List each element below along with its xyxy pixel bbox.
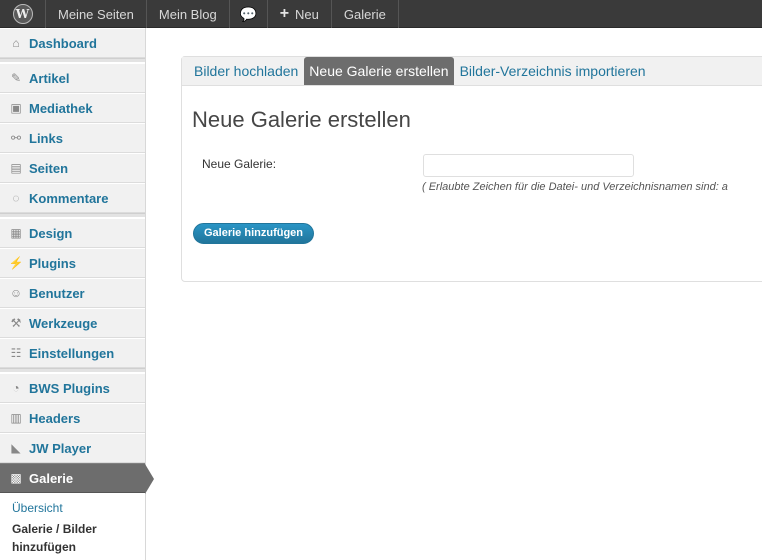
link-icon: ⚯ <box>10 131 22 145</box>
submenu-item-overview[interactable]: Übersicht <box>12 499 145 517</box>
sidebar-item-label: Benutzer <box>29 285 85 301</box>
sidebar-item-benutzer[interactable]: ☺ Benutzer <box>0 278 145 308</box>
settings-icon: ☷ <box>10 346 22 360</box>
admin-sidebar: ⌂ Dashboard ✎ Artikel ▣ Mediathek ⚯ Link… <box>0 28 154 560</box>
page-title: Neue Galerie erstellen <box>192 107 411 132</box>
sidebar-item-links[interactable]: ⚯ Links <box>0 123 145 153</box>
sidebar-item-label: Werkzeuge <box>29 315 98 331</box>
sidebar-item-label: Design <box>29 225 73 241</box>
sidebar-item-label: Kommentare <box>29 190 109 206</box>
sidebar-item-label: Plugins <box>29 255 76 271</box>
new-gallery-label: Neue Galerie: <box>202 157 277 171</box>
allowed-characters-hint: ( Erlaubte Zeichen für die Datei- und Ve… <box>422 181 728 193</box>
comment-bubble-icon: ◌ <box>12 191 20 205</box>
new-content-button[interactable]: + Neu <box>268 0 332 28</box>
sidebar-item-label: JW Player <box>29 440 92 456</box>
jw-player-icon: ◣ <box>11 441 21 455</box>
sidebar-item-design[interactable]: ▦ Design <box>0 218 145 248</box>
gallery-panel: Bilder hochladen Neue Galerie erstellen … <box>181 56 762 282</box>
sidebar-item-label: BWS Plugins <box>29 380 110 396</box>
comments-button[interactable]: 💬 <box>230 0 268 28</box>
my-sites-link[interactable]: Meine Seiten <box>46 0 147 28</box>
add-gallery-button[interactable]: Galerie hinzufügen <box>193 223 315 244</box>
tab-bar: Bilder hochladen Neue Galerie erstellen … <box>182 57 762 86</box>
sidebar-item-label: Einstellungen <box>29 345 115 361</box>
sidebar-item-label: Headers <box>29 410 81 426</box>
sidebar-item-artikel[interactable]: ✎ Artikel <box>0 63 145 93</box>
tools-icon: ⚒ <box>10 316 22 330</box>
sidebar-item-label: Dashboard <box>29 35 97 51</box>
appearance-icon: ▦ <box>10 226 22 240</box>
my-blog-link[interactable]: Mein Blog <box>147 0 230 28</box>
plugin-icon: ⚡ <box>8 256 24 270</box>
comment-icon: 💬 <box>239 5 257 22</box>
sidebar-item-seiten[interactable]: ▤ Seiten <box>0 153 145 183</box>
wordpress-logo-button[interactable]: W <box>0 0 46 28</box>
sidebar-item-label: Links <box>29 130 63 146</box>
tab-upload-images[interactable]: Bilder hochladen <box>190 58 302 85</box>
gallery-icon: ▩ <box>10 471 22 485</box>
bws-plugins-icon: ◔ <box>12 381 20 395</box>
new-content-label: Neu <box>295 6 319 22</box>
sidebar-item-label: Seiten <box>29 160 69 176</box>
headers-icon: ▥ <box>10 411 22 425</box>
gallery-submenu: Übersicht Galerie / Bilder hinzufügen <box>0 493 145 560</box>
sidebar-item-mediathek[interactable]: ▣ Mediathek <box>0 93 145 123</box>
tab-create-gallery[interactable]: Neue Galerie erstellen <box>304 57 454 85</box>
sidebar-item-bws-plugins[interactable]: ◔ BWS Plugins <box>0 373 145 403</box>
sidebar-item-label: Mediathek <box>29 100 93 116</box>
sidebar-item-label: Artikel <box>29 70 70 86</box>
sidebar-item-werkzeuge[interactable]: ⚒ Werkzeuge <box>0 308 145 338</box>
sidebar-item-dashboard[interactable]: ⌂ Dashboard <box>0 28 145 58</box>
sidebar-item-kommentare[interactable]: ◌ Kommentare <box>0 183 145 213</box>
new-gallery-input[interactable] <box>423 154 634 177</box>
sidebar-item-jw-player[interactable]: ◣ JW Player <box>0 433 145 463</box>
sidebar-item-headers[interactable]: ▥ Headers <box>0 403 145 433</box>
wordpress-logo-icon: W <box>12 4 33 24</box>
pin-icon: ✎ <box>10 71 22 85</box>
sidebar-item-einstellungen[interactable]: ☷ Einstellungen <box>0 338 145 368</box>
submenu-item-add-images[interactable]: Galerie / Bilder hinzufügen <box>12 520 145 556</box>
sidebar-item-plugins[interactable]: ⚡ Plugins <box>0 248 145 278</box>
gallery-adminbar-link[interactable]: Galerie <box>332 0 399 28</box>
admin-bar: W Meine Seiten Mein Blog 💬 + Neu Galerie <box>0 0 762 28</box>
users-icon: ☺ <box>9 286 23 300</box>
sidebar-item-galerie[interactable]: ▩ Galerie <box>0 463 154 494</box>
media-icon: ▣ <box>10 101 22 115</box>
page-icon: ▤ <box>10 161 22 175</box>
tab-import-folder[interactable]: Bilder-Verzeichnis importieren <box>456 58 650 85</box>
plus-icon: + <box>279 5 290 22</box>
sidebar-item-label: Galerie <box>29 470 74 486</box>
dashboard-icon: ⌂ <box>12 36 20 50</box>
